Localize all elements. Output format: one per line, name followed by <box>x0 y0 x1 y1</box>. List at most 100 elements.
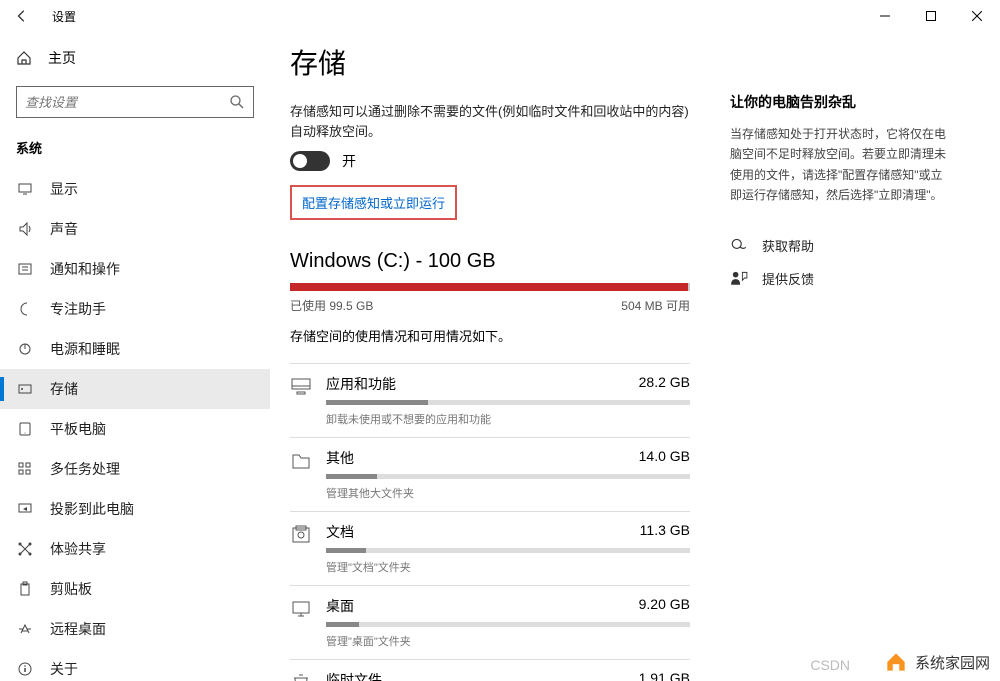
page-title: 存储 <box>290 42 690 82</box>
sidebar-item-about[interactable]: 关于 <box>0 649 270 681</box>
storage-sense-toggle[interactable] <box>290 151 330 171</box>
minimize-button[interactable] <box>862 0 908 32</box>
right-text: 当存储感知处于打开状态时，它将仅在电脑空间不足时释放空间。若要立即清理未使用的文… <box>730 124 950 206</box>
category-size: 14.0 GB <box>639 448 690 468</box>
sidebar-item-label: 体验共享 <box>50 539 106 559</box>
search-box[interactable] <box>16 86 254 118</box>
usage-desc: 存储空间的使用情况和可用情况如下。 <box>290 326 690 345</box>
sidebar: 主页 系统 显示声音通知和操作专注助手电源和睡眠存储平板电脑多任务处理投影到此电… <box>0 32 270 681</box>
used-label: 已使用 99.5 GB <box>290 297 373 314</box>
help-icon <box>730 236 748 254</box>
storage-category-item[interactable]: 文档 11.3 GB 管理"文档"文件夹 <box>290 511 690 585</box>
category-bar <box>326 400 690 405</box>
category-icon <box>290 376 312 398</box>
sidebar-item-label: 平板电脑 <box>50 419 106 439</box>
right-column: 让你的电脑告别杂乱 当存储感知处于打开状态时，它将仅在电脑空间不足时释放空间。若… <box>730 42 950 661</box>
moon-icon <box>16 300 34 318</box>
storage-icon <box>16 380 34 398</box>
monitor-icon <box>16 180 34 198</box>
drive-title: Windows (C:) - 100 GB <box>290 250 690 273</box>
category-size: 28.2 GB <box>639 374 690 394</box>
window-title: 设置 <box>52 8 76 25</box>
sidebar-item-label: 剪贴板 <box>50 579 92 599</box>
category-bar <box>326 548 690 553</box>
category-sub: 管理"文档"文件夹 <box>326 559 690 575</box>
sidebar-item-share[interactable]: 体验共享 <box>0 529 270 569</box>
category-size: 11.3 GB <box>640 522 690 542</box>
sidebar-item-label: 专注助手 <box>50 299 106 319</box>
category-name: 其他 <box>326 448 354 468</box>
sidebar-item-remote[interactable]: 远程桌面 <box>0 609 270 649</box>
toggle-label: 开 <box>342 151 356 171</box>
sidebar-item-multitask[interactable]: 多任务处理 <box>0 449 270 489</box>
drive-usage-bar <box>290 283 690 291</box>
back-button[interactable] <box>12 6 32 26</box>
watermark-csdn: CSDN <box>810 657 850 673</box>
notification-icon <box>16 260 34 278</box>
sidebar-item-project[interactable]: 投影到此电脑 <box>0 489 270 529</box>
category-name: 临时文件 <box>326 670 382 681</box>
feedback-icon <box>730 269 748 287</box>
sidebar-item-label: 通知和操作 <box>50 259 120 279</box>
search-input[interactable] <box>25 95 229 110</box>
home-label: 主页 <box>48 48 76 68</box>
home-link[interactable]: 主页 <box>0 40 270 76</box>
minimize-icon <box>880 11 890 21</box>
sidebar-item-sound[interactable]: 声音 <box>0 209 270 249</box>
category-name: 应用和功能 <box>326 374 396 394</box>
storage-category-item[interactable]: 临时文件1.91 GB 选择要删除的临时文件 <box>290 659 690 681</box>
multitask-icon <box>16 460 34 478</box>
home-icon <box>16 50 32 66</box>
category-bar <box>326 474 690 479</box>
category-name: 桌面 <box>326 596 354 616</box>
sound-icon <box>16 220 34 238</box>
titlebar: 设置 <box>0 0 1000 32</box>
right-title: 让你的电脑告别杂乱 <box>730 92 950 112</box>
sidebar-item-label: 显示 <box>50 179 78 199</box>
share-icon <box>16 540 34 558</box>
maximize-icon <box>926 11 936 21</box>
main-content: 存储 存储感知可以通过删除不需要的文件(例如临时文件和回收站中的内容)自动释放空… <box>290 42 690 661</box>
sidebar-item-moon[interactable]: 专注助手 <box>0 289 270 329</box>
house-icon <box>883 649 909 675</box>
sidebar-item-clipboard[interactable]: 剪贴板 <box>0 569 270 609</box>
sidebar-item-tablet[interactable]: 平板电脑 <box>0 409 270 449</box>
maximize-button[interactable] <box>908 0 954 32</box>
sidebar-item-label: 声音 <box>50 219 78 239</box>
project-icon <box>16 500 34 518</box>
category-sub: 卸载未使用或不想要的应用和功能 <box>326 411 690 427</box>
configure-storage-sense-link[interactable]: 配置存储感知或立即运行 <box>290 185 457 220</box>
about-icon <box>16 660 34 678</box>
free-label: 504 MB 可用 <box>621 297 690 314</box>
category-icon <box>290 450 312 472</box>
storage-category-item[interactable]: 其他14.0 GB 管理其他大文件夹 <box>290 437 690 511</box>
sidebar-item-monitor[interactable]: 显示 <box>0 169 270 209</box>
power-icon <box>16 340 34 358</box>
sidebar-item-power[interactable]: 电源和睡眠 <box>0 329 270 369</box>
category-icon <box>290 524 312 546</box>
sidebar-item-label: 投影到此电脑 <box>50 499 134 519</box>
sidebar-item-label: 多任务处理 <box>50 459 120 479</box>
sidebar-item-label: 电源和睡眠 <box>50 339 120 359</box>
watermark-site: 系统家园网 <box>873 643 1000 681</box>
sidebar-item-label: 存储 <box>50 379 78 399</box>
search-icon <box>229 94 245 110</box>
close-icon <box>972 11 982 21</box>
get-help-link[interactable]: 获取帮助 <box>730 236 950 255</box>
category-size: 1.91 GB <box>639 670 690 681</box>
section-header: 系统 <box>0 134 270 169</box>
category-name: 文档 <box>326 522 354 542</box>
storage-category-item[interactable]: 桌面 9.20 GB 管理"桌面"文件夹 <box>290 585 690 659</box>
category-icon <box>290 598 312 620</box>
storage-category-item[interactable]: 应用和功能 28.2 GB 卸载未使用或不想要的应用和功能 <box>290 363 690 437</box>
category-icon <box>290 672 312 681</box>
category-sub: 管理"桌面"文件夹 <box>326 633 690 649</box>
sidebar-item-label: 远程桌面 <box>50 619 106 639</box>
close-button[interactable] <box>954 0 1000 32</box>
feedback-link[interactable]: 提供反馈 <box>730 269 950 288</box>
sidebar-item-notification[interactable]: 通知和操作 <box>0 249 270 289</box>
category-size: 9.20 GB <box>639 596 690 616</box>
sidebar-item-storage[interactable]: 存储 <box>0 369 270 409</box>
storage-sense-desc: 存储感知可以通过删除不需要的文件(例如临时文件和回收站中的内容)自动释放空间。 <box>290 102 690 141</box>
remote-icon <box>16 620 34 638</box>
